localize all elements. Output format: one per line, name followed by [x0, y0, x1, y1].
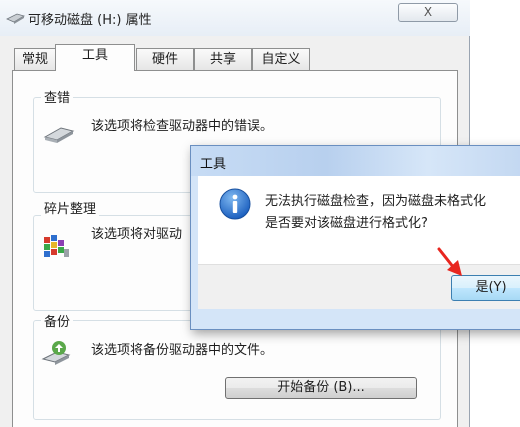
tab-general[interactable]: 常规 — [14, 48, 56, 70]
tab-hardware[interactable]: 硬件 — [136, 48, 194, 70]
backup-description: 该选项将备份驱动器中的文件。 — [91, 343, 274, 358]
error-check-description: 该选项将检查驱动器中的错误。 — [91, 119, 274, 134]
drive-icon — [6, 13, 25, 24]
hard-drive-icon — [43, 127, 75, 143]
dialog-title-bar: 工具 — [191, 146, 520, 176]
title-bar: 可移动磁盘 (H:) 属性 X — [0, 0, 470, 36]
close-button[interactable]: X — [398, 3, 458, 22]
dialog-body: 无法执行磁盘检查，因为磁盘未格式化 是否要对该磁盘进行格式化? — [198, 176, 520, 264]
tools-dialog: 工具 无法执行磁盘检查，因为磁盘未格式化 是否要对该磁盘进行格式化? 是(Y) — [190, 145, 520, 330]
defrag-description: 该选项将对驱动 — [91, 227, 183, 242]
backup-label: 备份 — [41, 311, 74, 330]
dialog-title: 工具 — [200, 157, 227, 172]
start-backup-button[interactable]: 开始备份 (B)... — [225, 377, 417, 399]
backup-icon — [41, 341, 71, 365]
tab-tools[interactable]: 工具 — [55, 44, 135, 71]
window-title: 可移动磁盘 (H:) 属性 — [28, 13, 152, 28]
defrag-icon — [44, 235, 69, 257]
backup-group — [33, 320, 441, 420]
defrag-label: 碎片整理 — [41, 198, 100, 217]
tab-sharing[interactable]: 共享 — [194, 48, 252, 70]
error-check-label: 查错 — [41, 87, 74, 106]
tab-customize[interactable]: 自定义 — [252, 48, 310, 70]
dialog-footer: 是(Y) — [198, 264, 520, 309]
dialog-message-line1: 无法执行磁盘检查，因为磁盘未格式化 — [265, 194, 487, 209]
close-icon: X — [423, 5, 433, 19]
dialog-message-line2: 是否要对该磁盘进行格式化? — [265, 216, 428, 231]
info-icon — [219, 188, 251, 220]
red-arrow-icon — [437, 247, 462, 276]
